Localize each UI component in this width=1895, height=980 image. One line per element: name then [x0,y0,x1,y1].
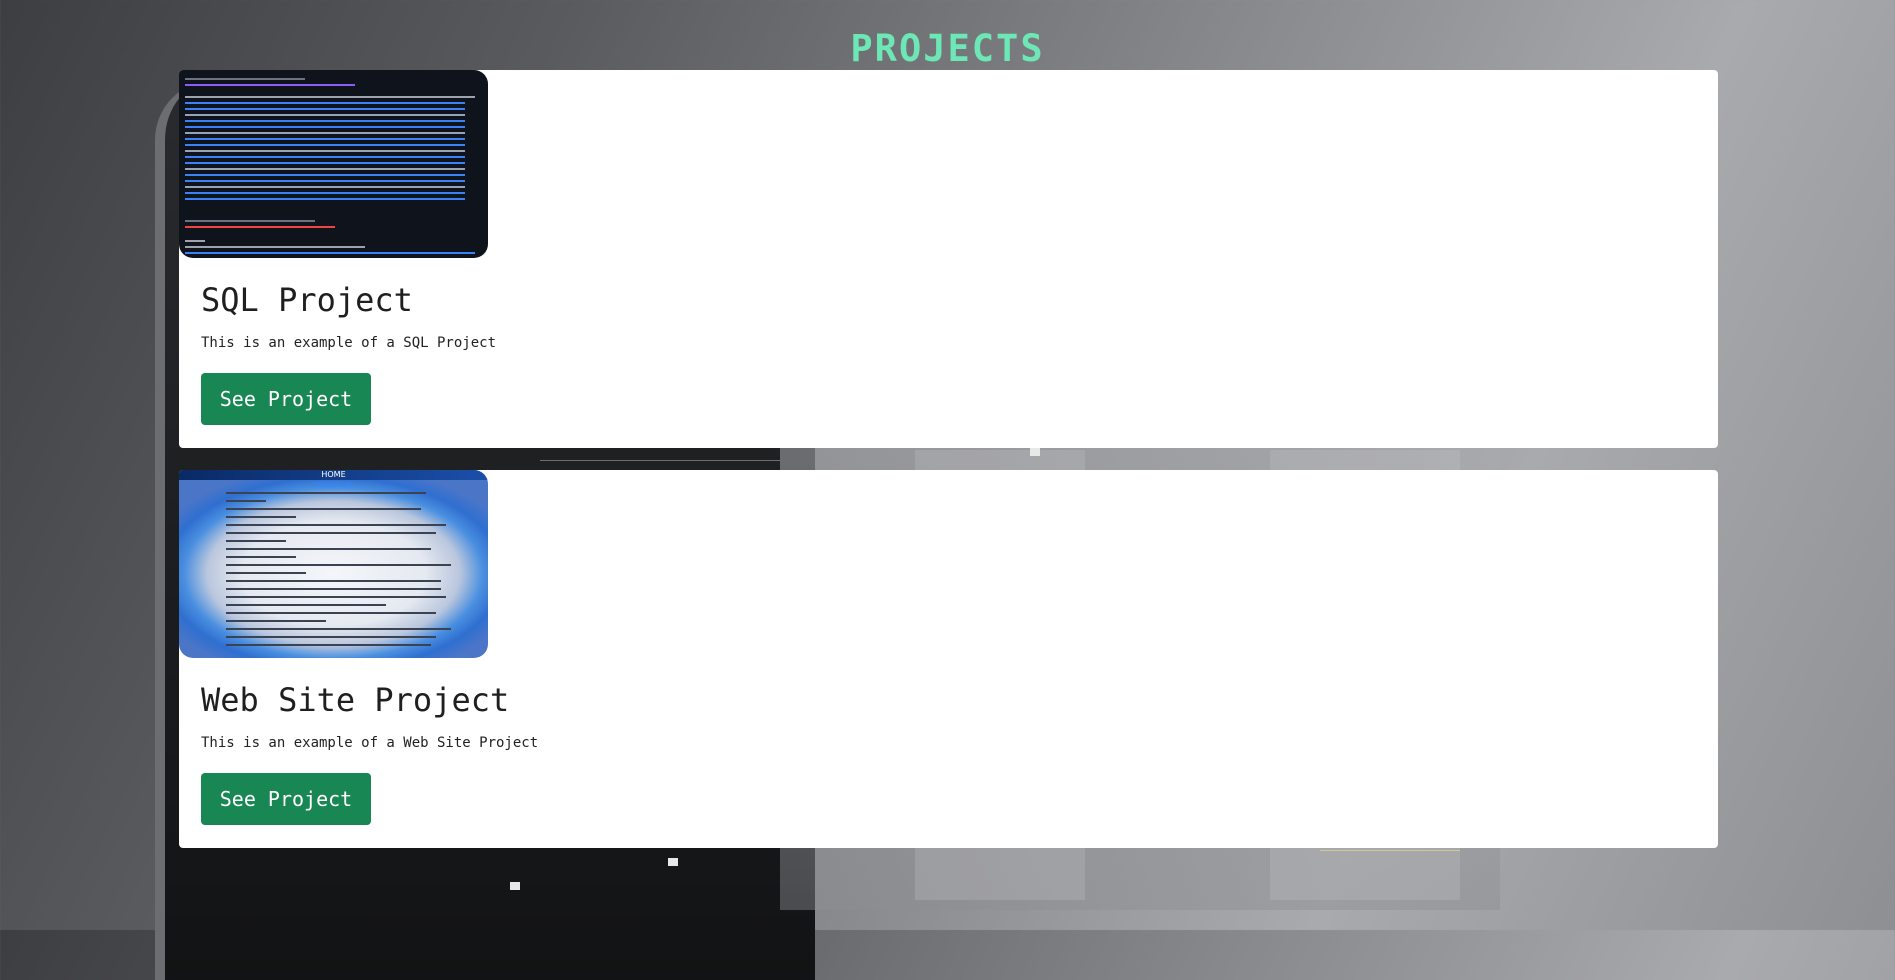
project-title: SQL Project [201,281,413,319]
project-title: Web Site Project [201,681,510,719]
see-project-button[interactable]: See Project [201,773,371,825]
project-description: This is an example of a Web Site Project [201,735,539,751]
thumbnail-heading: HEDEFLER [315,481,352,489]
website-project-thumbnail: HOME HEDEFLER [179,470,488,658]
background-mark [1030,448,1040,456]
background-line [540,460,780,461]
sql-project-thumbnail [179,70,488,258]
thumbnail-home-label: HOME [321,470,346,479]
page-title: PROJECTS [850,26,1045,70]
background-mark [668,858,678,866]
background-line [1320,850,1460,851]
project-card-website: HOME HEDEFLER Web Site Project This is a… [179,470,1718,848]
background-mark [510,882,520,890]
project-description: This is an example of a SQL Project [201,335,497,351]
project-card-sql: SQL Project This is an example of a SQL … [179,70,1718,448]
see-project-button[interactable]: See Project [201,373,371,425]
